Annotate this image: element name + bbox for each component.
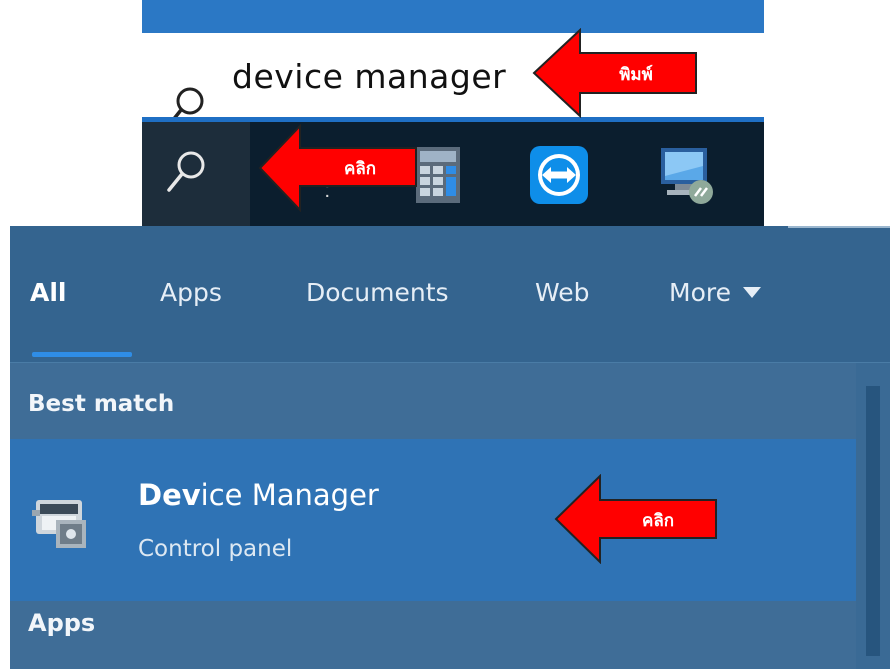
search-input[interactable]: device manager <box>232 57 506 96</box>
click-result-label: คลิก <box>642 511 674 531</box>
click-taskbar-search-arrow: คลิก <box>258 124 417 212</box>
result-device-manager[interactable] <box>10 439 856 601</box>
active-tab-indicator <box>32 352 132 357</box>
taskbar: ׃ <box>142 122 764 226</box>
tab-more-label: More <box>669 278 731 307</box>
apps-section <box>10 601 856 669</box>
taskbar-search-button[interactable] <box>142 122 250 226</box>
click-taskbar-label: คลิก <box>344 159 376 179</box>
apps-heading: Apps <box>28 609 96 637</box>
filter-tabs: All Apps Documents Web More <box>10 226 890 363</box>
result-subtitle: Control panel <box>138 536 293 562</box>
tab-all[interactable]: All <box>30 278 67 307</box>
teamviewer-icon[interactable] <box>530 146 588 204</box>
panel-edge-line <box>788 226 890 228</box>
tab-more[interactable]: More <box>669 278 761 307</box>
result-title-match: Dev <box>138 478 201 512</box>
remote-desktop-icon[interactable] <box>657 146 717 206</box>
tab-apps[interactable]: Apps <box>160 278 222 307</box>
chevron-down-icon <box>742 286 761 298</box>
search-icon <box>167 151 205 192</box>
device-manager-icon <box>32 500 86 548</box>
best-match-heading: Best match <box>28 391 175 417</box>
type-instruction-arrow: พิมพ์ <box>532 28 697 118</box>
type-instruction-label: พิมพ์ <box>619 64 653 85</box>
result-title: Device Manager <box>138 478 379 512</box>
calculator-icon[interactable] <box>415 146 461 204</box>
result-title-rest: ice Manager <box>200 478 379 512</box>
tab-documents[interactable]: Documents <box>306 278 449 307</box>
tab-web[interactable]: Web <box>535 278 590 307</box>
click-result-arrow: คลิก <box>554 474 717 564</box>
search-results-panel: All Apps Documents Web More Best match D… <box>10 226 890 669</box>
scrollbar-thumb[interactable] <box>866 386 880 656</box>
